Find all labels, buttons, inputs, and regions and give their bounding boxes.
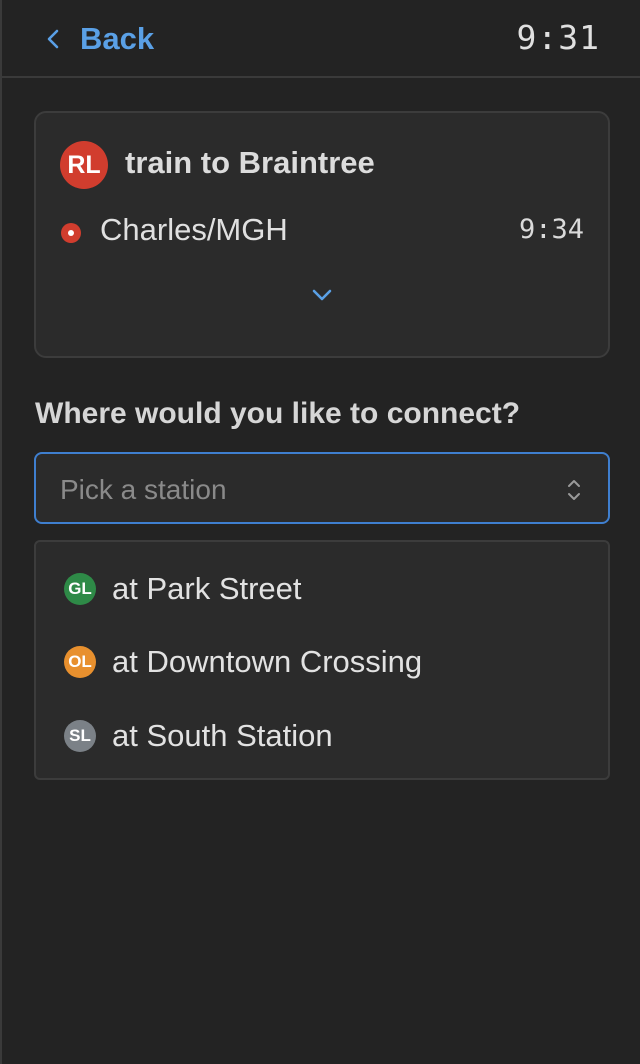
app-screen: Back 9:31 RL train to Braintree Charles/…	[0, 0, 640, 1064]
station-select-placeholder: Pick a station	[60, 474, 227, 505]
trip-title: train to Braintree	[125, 145, 375, 180]
option-south-station[interactable]: SL at South Station	[64, 711, 584, 761]
back-button[interactable]: Back	[46, 18, 154, 60]
connect-heading: Where would you like to connect?	[35, 397, 521, 430]
stop-name: Charles/MGH	[100, 212, 288, 247]
chevron-left-icon	[46, 21, 60, 57]
expand-button[interactable]	[308, 283, 336, 311]
line-badge: OL	[64, 646, 96, 678]
stop-dot-icon	[61, 223, 81, 243]
back-label: Back	[80, 21, 155, 56]
line-badge: GL	[64, 573, 96, 605]
top-bar: Back 9:31	[2, 0, 640, 78]
option-downtown-crossing[interactable]: OL at Downtown Crossing	[64, 637, 584, 687]
trip-card: RL train to Braintree Charles/MGH 9:34	[34, 111, 610, 358]
line-badge: SL	[64, 720, 96, 752]
option-park-street[interactable]: GL at Park Street	[64, 564, 584, 614]
station-options-list: GL at Park Street OL at Downtown Crossin…	[34, 540, 610, 780]
option-label: at South Station	[112, 718, 333, 753]
option-label: at Park Street	[112, 571, 302, 606]
updown-chevron-icon	[566, 476, 582, 504]
stop-time: 9:34	[518, 214, 584, 245]
route-badge: RL	[60, 141, 108, 189]
station-select[interactable]: Pick a station	[34, 452, 610, 524]
option-label: at Downtown Crossing	[112, 644, 423, 679]
clock: 9:31	[516, 18, 600, 57]
chevron-down-icon	[311, 288, 333, 307]
